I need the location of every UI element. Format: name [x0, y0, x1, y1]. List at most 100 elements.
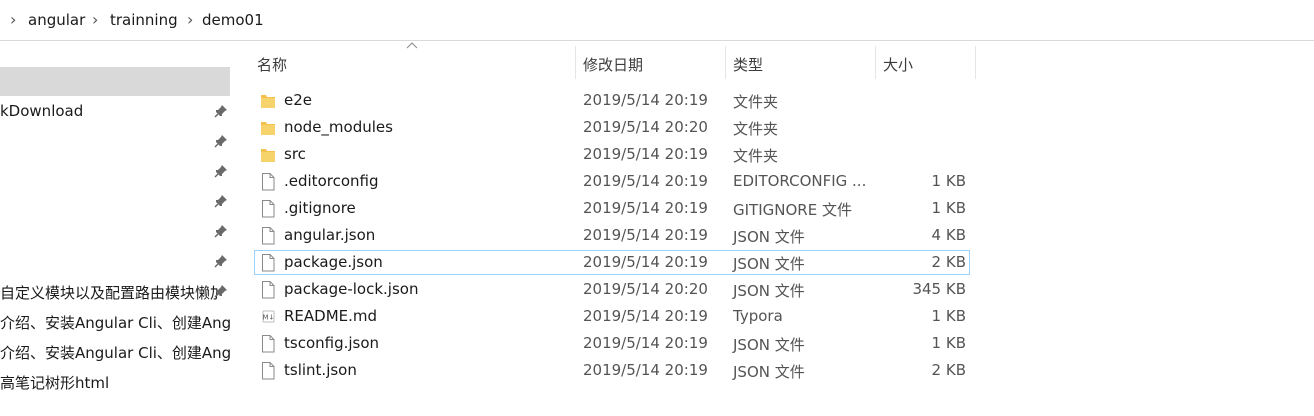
- file-size: 1 KB: [931, 334, 966, 352]
- file-date: 2019/5/14 20:19: [583, 172, 708, 190]
- nav-item[interactable]: 介绍、安装Angular Cli、创建Angula: [0, 337, 232, 367]
- file-icon: [260, 172, 276, 191]
- file-type: JSON 文件: [733, 255, 805, 273]
- file-type: 文件夹: [733, 93, 779, 111]
- nav-item-label: 介绍、安装Angular Cli、创建Angula: [0, 344, 232, 362]
- file-date: 2019/5/14 20:19: [583, 145, 708, 163]
- nav-item[interactable]: [0, 157, 232, 187]
- folder-icon: [260, 145, 276, 164]
- file-type: JSON 文件: [733, 363, 805, 381]
- file-name: README.md: [284, 307, 378, 325]
- nav-item-label: 高笔记树形html: [0, 374, 110, 392]
- file-row[interactable]: M↓ README.md 2019/5/14 20:19 Typora 1 KB: [254, 304, 970, 329]
- file-date: 2019/5/14 20:20: [583, 280, 708, 298]
- chevron-right-icon[interactable]: ›: [10, 10, 16, 29]
- file-name: tsconfig.json: [284, 334, 380, 352]
- nav-item[interactable]: 高笔记树形html: [0, 367, 232, 397]
- column-header-type[interactable]: 类型: [726, 46, 874, 79]
- file-row[interactable]: package-lock.json 2019/5/14 20:20 JSON 文件 3…: [254, 277, 970, 302]
- chevron-right-icon[interactable]: ›: [187, 10, 193, 29]
- file-type: EDITORCONFIG ...: [733, 172, 867, 190]
- svg-text:M↓: M↓: [263, 314, 275, 322]
- address-bar[interactable]: › angular › trainning › demo01: [0, 0, 1314, 41]
- pin-icon[interactable]: [214, 134, 228, 148]
- pin-icon[interactable]: [214, 104, 228, 118]
- navigation-pane: kDownload 自定义模块以及配置路由模块懒加 介绍、安装Angular C…: [0, 46, 232, 416]
- file-name: .gitignore: [284, 199, 356, 217]
- file-date: 2019/5/14 20:19: [583, 334, 708, 352]
- file-size: 4 KB: [931, 226, 966, 244]
- file-icon: [260, 280, 276, 299]
- pin-icon[interactable]: [214, 254, 228, 268]
- file-size: 345 KB: [912, 280, 966, 298]
- folder-icon: [260, 91, 276, 110]
- file-row[interactable]: src 2019/5/14 20:19 文件夹: [254, 142, 970, 167]
- file-date: 2019/5/14 20:19: [583, 226, 708, 244]
- file-type: GITIGNORE 文件: [733, 201, 852, 219]
- file-type: JSON 文件: [733, 282, 805, 300]
- file-size: 1 KB: [931, 172, 966, 190]
- column-header-label: 类型: [733, 56, 764, 74]
- file-row[interactable]: node_modules 2019/5/14 20:20 文件夹: [254, 115, 970, 140]
- file-date: 2019/5/14 20:19: [583, 91, 708, 109]
- file-icon: [260, 334, 276, 353]
- nav-item[interactable]: kDownload: [0, 97, 232, 127]
- file-name: e2e: [284, 91, 313, 109]
- file-name: angular.json: [284, 226, 376, 244]
- pin-icon[interactable]: [214, 164, 228, 178]
- file-row[interactable]: .gitignore 2019/5/14 20:19 GITIGNORE 文件 1 K…: [254, 196, 970, 221]
- pin-icon[interactable]: [214, 224, 228, 238]
- column-header-size[interactable]: 大小: [876, 46, 974, 79]
- nav-item[interactable]: [0, 187, 232, 217]
- nav-item-label: kDownload: [0, 102, 84, 120]
- nav-item[interactable]: [0, 127, 232, 157]
- nav-item[interactable]: 自定义模块以及配置路由模块懒加: [0, 277, 232, 307]
- file-name: node_modules: [284, 118, 393, 136]
- file-type: Typora: [733, 307, 783, 325]
- file-size: 1 KB: [931, 199, 966, 217]
- column-header-date[interactable]: 修改日期: [576, 46, 724, 79]
- file-row[interactable]: .editorconfig 2019/5/14 20:19 EDITORCONFIG…: [254, 169, 970, 194]
- column-divider[interactable]: [975, 46, 976, 79]
- file-type: JSON 文件: [733, 336, 805, 354]
- file-row[interactable]: e2e 2019/5/14 20:19 文件夹: [254, 88, 970, 113]
- column-header-label: 名称: [257, 56, 288, 74]
- column-header-label: 修改日期: [583, 56, 644, 74]
- folder-icon: [260, 118, 276, 137]
- markdown-file-icon: M↓: [260, 307, 276, 326]
- file-name: package.json: [284, 253, 383, 271]
- column-header-label: 大小: [883, 56, 914, 74]
- breadcrumb-angular[interactable]: angular: [28, 11, 85, 29]
- breadcrumb-trainning[interactable]: trainning: [110, 11, 178, 29]
- file-icon: [260, 226, 276, 245]
- file-icon: [260, 253, 276, 272]
- nav-item[interactable]: 介绍、安装Angular Cli、创建Angula: [0, 307, 232, 337]
- file-name: package-lock.json: [284, 280, 419, 298]
- nav-item[interactable]: [0, 247, 232, 277]
- nav-item[interactable]: [0, 217, 232, 247]
- file-row[interactable]: tsconfig.json 2019/5/14 20:19 JSON 文件 1 KB: [254, 331, 970, 356]
- nav-selected-highlight[interactable]: [0, 67, 230, 96]
- file-size: 2 KB: [931, 361, 966, 379]
- file-date: 2019/5/14 20:19: [583, 307, 708, 325]
- chevron-right-icon[interactable]: ›: [92, 10, 98, 29]
- file-row[interactable]: package.json 2019/5/14 20:19 JSON 文件 2 KB: [254, 250, 970, 275]
- file-size: 1 KB: [931, 307, 966, 325]
- nav-item-label: 自定义模块以及配置路由模块懒加: [0, 284, 218, 302]
- file-type: 文件夹: [733, 147, 779, 165]
- file-row[interactable]: tslint.json 2019/5/14 20:19 JSON 文件 2 KB: [254, 358, 970, 383]
- file-name: tslint.json: [284, 361, 357, 379]
- nav-item-label: 介绍、安装Angular Cli、创建Angula: [0, 314, 232, 332]
- file-type: JSON 文件: [733, 228, 805, 246]
- column-header-name[interactable]: 名称: [254, 46, 574, 79]
- file-icon: [260, 361, 276, 380]
- file-date: 2019/5/14 20:19: [583, 199, 708, 217]
- file-date: 2019/5/14 20:19: [583, 361, 708, 379]
- pin-icon[interactable]: [214, 284, 228, 298]
- file-name: src: [284, 145, 306, 163]
- breadcrumb-demo01[interactable]: demo01: [202, 11, 264, 29]
- pin-icon[interactable]: [214, 194, 228, 208]
- file-type: 文件夹: [733, 120, 779, 138]
- file-date: 2019/5/14 20:20: [583, 118, 708, 136]
- file-row[interactable]: angular.json 2019/5/14 20:19 JSON 文件 4 KB: [254, 223, 970, 248]
